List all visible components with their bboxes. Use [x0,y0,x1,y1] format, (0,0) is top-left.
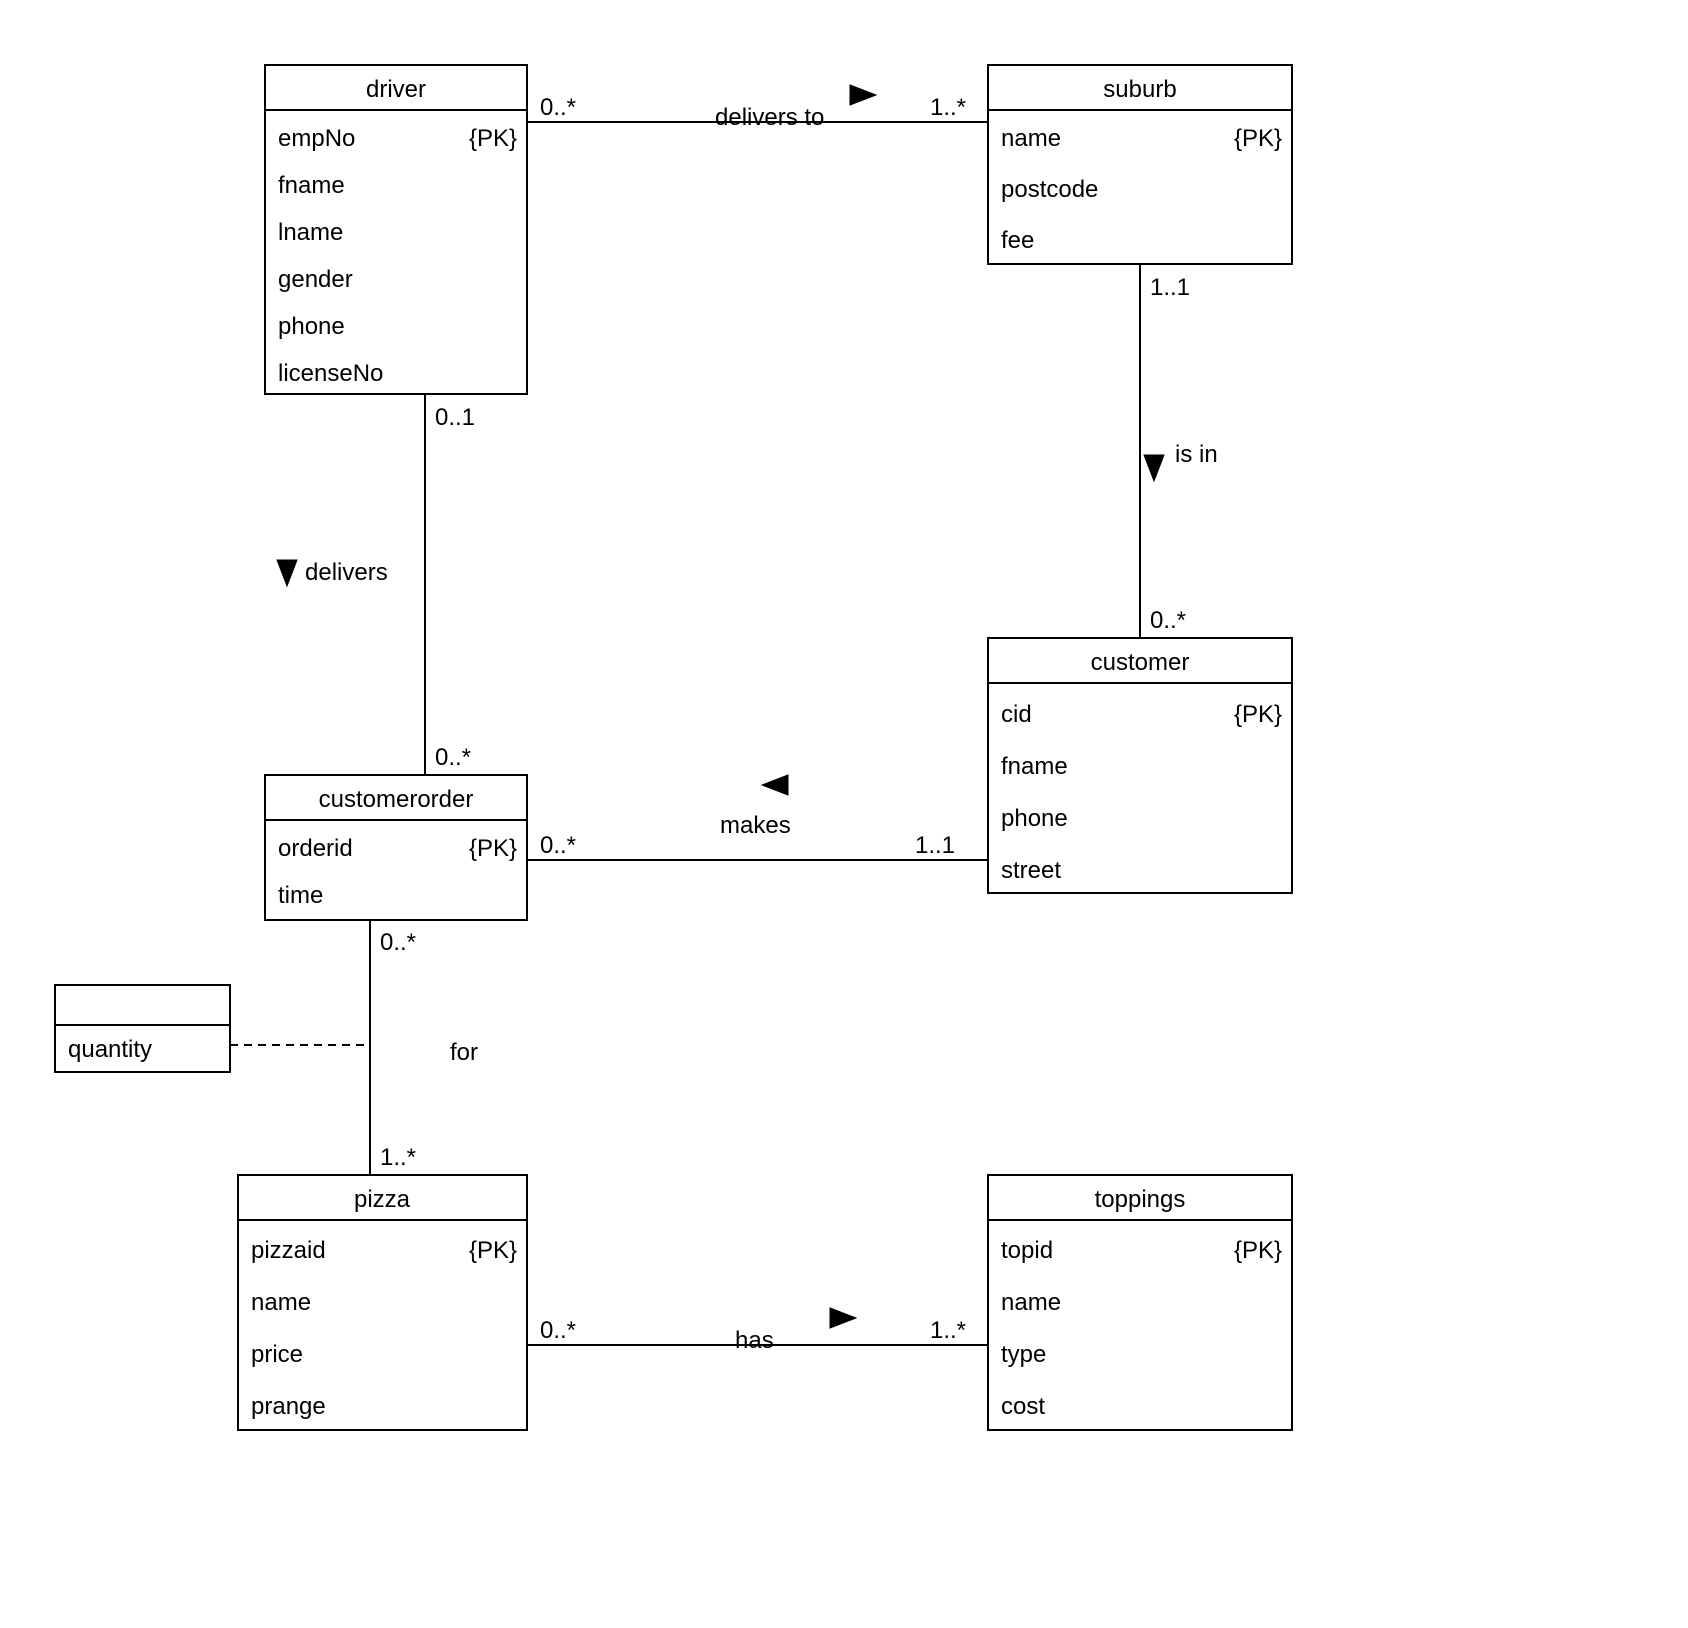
pk-tag: {PK} [1234,701,1282,728]
rel-delivers-label: delivers [305,559,388,586]
entity-customer: customer cid {PK} fname phone street [988,638,1292,893]
entity-suburb: suburb name {PK} postcode fee [988,65,1292,264]
rel-delivers-m1: 0..1 [435,404,475,431]
arrow-right-icon [830,1308,856,1328]
entity-customerorder-attr: time [278,882,323,909]
arrow-right-icon [850,85,876,105]
entity-customer-attr: cid [1001,701,1032,728]
entity-customer-attr: street [1001,857,1061,884]
entity-customer-attr: phone [1001,805,1068,832]
rel-has-m1: 0..* [540,1317,576,1344]
entity-driver-attr: lname [278,219,343,246]
entity-customer-title: customer [1091,649,1190,676]
rel-makes-m2: 1..1 [915,832,955,859]
entity-toppings-attr: cost [1001,1393,1045,1420]
entity-toppings: toppings topid {PK} name type cost [988,1175,1292,1430]
entity-driver-attr: fname [278,172,345,199]
rel-makes-m1: 0..* [540,832,576,859]
entity-suburb-attr: postcode [1001,176,1098,203]
entity-driver-title: driver [366,76,426,103]
pk-tag: {PK} [1234,125,1282,152]
entity-toppings-attr: type [1001,1341,1046,1368]
rel-for-label: for [450,1039,478,1066]
entity-customerorder-title: customerorder [319,786,474,813]
pk-tag: {PK} [469,835,517,862]
rel-makes-label: makes [720,812,791,839]
entity-driver-attr: phone [278,313,345,340]
er-diagram: 0..* 1..* delivers to 1..1 0..* is in 0.… [0,0,1688,1628]
entity-assoc-attr: quantity [68,1036,152,1063]
pk-tag: {PK} [469,125,517,152]
entity-pizza-attr: name [251,1289,311,1316]
entity-pizza-attr: pizzaid [251,1237,326,1264]
entity-assoc: quantity [55,985,230,1072]
rel-delivers-to-label: delivers to [715,104,824,131]
rel-is-in-m2: 0..* [1150,607,1186,634]
rel-for-m2: 1..* [380,1144,416,1171]
rel-delivers-m2: 0..* [435,744,471,771]
entity-toppings-attr: name [1001,1289,1061,1316]
pk-tag: {PK} [469,1237,517,1264]
rel-is-in-label: is in [1175,441,1218,468]
entity-driver-attr: licenseNo [278,360,383,387]
rel-is-in-m1: 1..1 [1150,274,1190,301]
entity-pizza: pizza pizzaid {PK} name price prange [238,1175,527,1430]
rel-delivers-to-m1: 0..* [540,94,576,121]
pk-tag: {PK} [1234,1237,1282,1264]
entity-customerorder-attr: orderid [278,835,353,862]
rel-has-label: has [735,1327,774,1354]
rel-for-m1: 0..* [380,929,416,956]
entity-driver-attr: gender [278,266,353,293]
rel-has-m2: 1..* [930,1317,966,1344]
arrow-left-icon [762,775,788,795]
arrow-down-icon [277,560,297,586]
entity-suburb-attr: name [1001,125,1061,152]
entity-driver-attr: empNo [278,125,355,152]
entity-driver: driver empNo {PK} fname lname gender pho… [265,65,527,394]
entity-toppings-attr: topid [1001,1237,1053,1264]
entity-customerorder: customerorder orderid {PK} time [265,775,527,920]
entity-suburb-title: suburb [1103,76,1176,103]
entity-pizza-attr: price [251,1341,303,1368]
rel-delivers-to-m2: 1..* [930,94,966,121]
entity-pizza-title: pizza [354,1186,411,1213]
entity-suburb-attr: fee [1001,227,1034,254]
entity-customer-attr: fname [1001,753,1068,780]
arrow-up-icon [1144,455,1164,481]
entity-pizza-attr: prange [251,1393,326,1420]
entity-toppings-title: toppings [1095,1186,1186,1213]
